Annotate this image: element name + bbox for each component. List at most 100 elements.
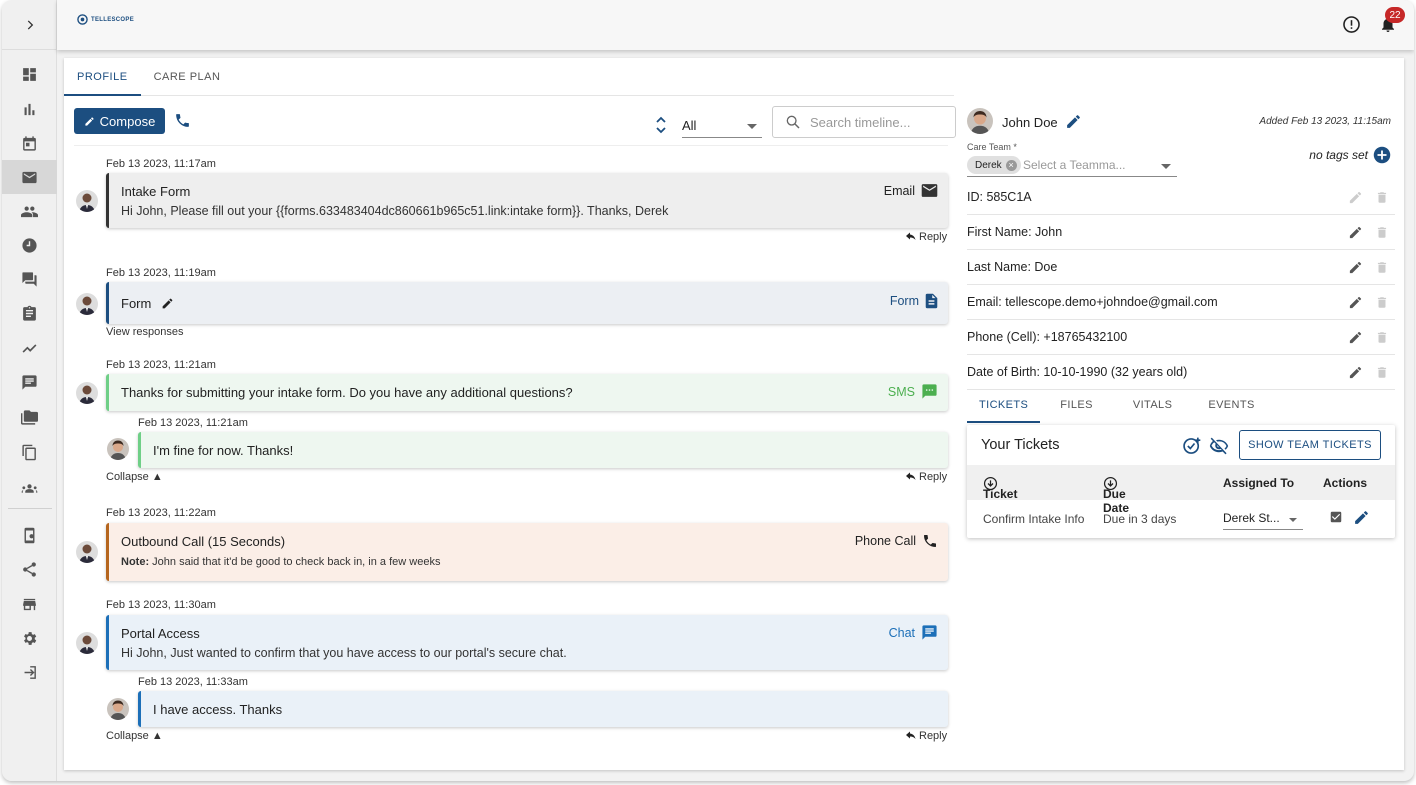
show-team-tickets-button[interactable]: SHOW TEAM TICKETS: [1239, 430, 1381, 460]
remove-chip-icon[interactable]: ×: [1005, 159, 1017, 171]
tab-profile[interactable]: PROFILE: [64, 58, 141, 96]
column-ticket[interactable]: Ticket: [983, 476, 1017, 501]
sidebar-item-inbox[interactable]: [2, 160, 57, 194]
sidebar-item-dashboard[interactable]: [2, 57, 57, 91]
sidebar-item-teams[interactable]: [2, 471, 57, 505]
timeline-call-card[interactable]: Outbound Call (15 Seconds) Note: John sa…: [106, 523, 948, 581]
compose-label: Compose: [99, 113, 156, 129]
timeline-filter-select[interactable]: All: [682, 112, 762, 138]
sidebar-item-chats[interactable]: [2, 262, 57, 296]
tab-care-plan[interactable]: CARE PLAN: [141, 58, 234, 96]
timestamp: Feb 13 2023, 11:17am: [106, 158, 216, 170]
pencil-icon[interactable]: [1348, 365, 1363, 380]
add-check-icon[interactable]: [1182, 436, 1202, 456]
expand-sidebar-button[interactable]: [2, 0, 57, 50]
collapse-link[interactable]: Collapse ▲: [106, 471, 163, 483]
sidebar-item-patients[interactable]: [2, 194, 57, 228]
calendar-icon: [23, 135, 36, 151]
pencil-icon[interactable]: [1348, 330, 1363, 345]
field-first-name: First Name: John: [967, 215, 1395, 250]
view-responses-link[interactable]: View responses: [106, 326, 183, 338]
timestamp: Feb 13 2023, 11:21am: [138, 417, 248, 429]
sort-button[interactable]: [655, 116, 667, 139]
trash-icon[interactable]: [1375, 260, 1389, 275]
timeline-form-card[interactable]: Form Form: [106, 282, 948, 324]
edit-name-button[interactable]: [1065, 113, 1082, 135]
message-kind: SMS: [888, 383, 938, 400]
trash-icon[interactable]: [1375, 190, 1389, 205]
pencil-icon[interactable]: [161, 297, 174, 310]
tab-vitals[interactable]: VITALS: [1113, 388, 1193, 423]
column-label: Ticket: [983, 487, 1018, 501]
patient-name: John Doe: [1002, 115, 1058, 130]
timestamp: Feb 13 2023, 11:30am: [106, 599, 216, 611]
add-tag-icon[interactable]: [1373, 146, 1391, 164]
trash-icon[interactable]: [1375, 295, 1389, 310]
timeline-sms-reply-card[interactable]: I'm fine for now. Thanks!: [138, 432, 948, 468]
message-title: Form: [121, 296, 152, 311]
reply-link[interactable]: Reply: [905, 730, 947, 742]
trash-icon[interactable]: [1375, 330, 1389, 345]
document-icon: [925, 293, 938, 309]
sidebar-item-settings[interactable]: [2, 621, 57, 655]
sidebar-item-messages[interactable]: [2, 365, 57, 399]
pencil-icon[interactable]: [1348, 225, 1363, 240]
timeline-email-card[interactable]: Intake Form Hi John, Please fill out you…: [106, 173, 948, 228]
pencil-icon[interactable]: [1348, 260, 1363, 275]
pencil-icon[interactable]: [1348, 190, 1363, 205]
reply-link[interactable]: Reply: [905, 231, 947, 243]
sidebar-item-trends[interactable]: [2, 331, 57, 365]
call-note: Note: John said that it'd be good to che…: [121, 556, 440, 568]
timeline-chat-card[interactable]: Portal Access Hi John, Just wanted to co…: [106, 615, 948, 670]
message-title: I have access. Thanks: [153, 702, 283, 717]
sidebar-item-store[interactable]: [2, 587, 57, 621]
timestamp: Feb 13 2023, 11:33am: [138, 676, 248, 688]
trending-icon: [22, 343, 37, 353]
care-team-select[interactable]: Derek × Select a Teamma...: [967, 156, 1177, 177]
sidebar-item-logout[interactable]: [2, 655, 57, 689]
assignee-select[interactable]: Derek St...: [1223, 508, 1303, 530]
visibility-off-icon[interactable]: [1209, 436, 1229, 456]
table-row[interactable]: Confirm Intake Info Due in 3 days Derek …: [967, 500, 1395, 537]
message-kind: Form: [890, 293, 938, 309]
form-title-row: Form: [121, 296, 174, 311]
search-timeline-input[interactable]: [810, 114, 950, 130]
sidebar-item-analytics[interactable]: [2, 92, 57, 126]
user-avatar-icon: [76, 190, 98, 212]
column-due-date[interactable]: Due Date: [1103, 476, 1129, 515]
trash-icon[interactable]: [1375, 225, 1389, 240]
timeline-chat-reply-card[interactable]: I have access. Thanks: [138, 691, 948, 727]
phone-icon: [176, 114, 189, 127]
compose-button[interactable]: Compose: [74, 108, 165, 134]
collapse-link[interactable]: Collapse ▲: [106, 730, 163, 742]
patient-details: John Doe Added Feb 13 2023, 11:15am Care…: [959, 96, 1399, 766]
call-button[interactable]: [174, 112, 191, 134]
field-dob: Date of Birth: 10-10-1990 (32 years old): [967, 355, 1395, 390]
care-team-placeholder: Select a Teamma...: [1023, 158, 1126, 172]
field-last-name: Last Name: Doe: [967, 250, 1395, 285]
field-text: Phone (Cell): +18765432100: [967, 330, 1128, 344]
sidebar-item-share[interactable]: [2, 552, 57, 586]
tags-text: no tags set: [1309, 148, 1368, 162]
alert-button[interactable]: [1342, 15, 1361, 39]
tickets-header: Your Tickets SHOW TEAM TICKETS: [967, 425, 1395, 465]
tab-files[interactable]: FILES: [1040, 388, 1113, 423]
reply-link[interactable]: Reply: [905, 471, 947, 483]
patient-avatar: [107, 698, 129, 720]
message-kind: Email: [884, 183, 938, 198]
folders-icon: [21, 409, 38, 425]
complete-ticket-icon[interactable]: [1329, 510, 1343, 524]
tab-events[interactable]: EVENTS: [1192, 388, 1270, 423]
sidebar-item-documents[interactable]: [2, 435, 57, 469]
sidebar-item-integrations[interactable]: [2, 518, 57, 552]
tab-tickets[interactable]: TICKETS: [967, 388, 1041, 423]
pencil-icon[interactable]: [1348, 295, 1363, 310]
ticket-due: Due in 3 days: [1103, 512, 1177, 526]
pencil-icon[interactable]: [1353, 509, 1370, 526]
sidebar-item-history[interactable]: [2, 228, 57, 262]
timeline-sms-card[interactable]: Thanks for submitting your intake form. …: [106, 374, 948, 411]
sidebar-item-calendar[interactable]: [2, 126, 57, 160]
trash-icon[interactable]: [1375, 365, 1389, 380]
sidebar-item-forms[interactable]: [2, 296, 57, 330]
sidebar-item-folders[interactable]: [2, 400, 57, 434]
